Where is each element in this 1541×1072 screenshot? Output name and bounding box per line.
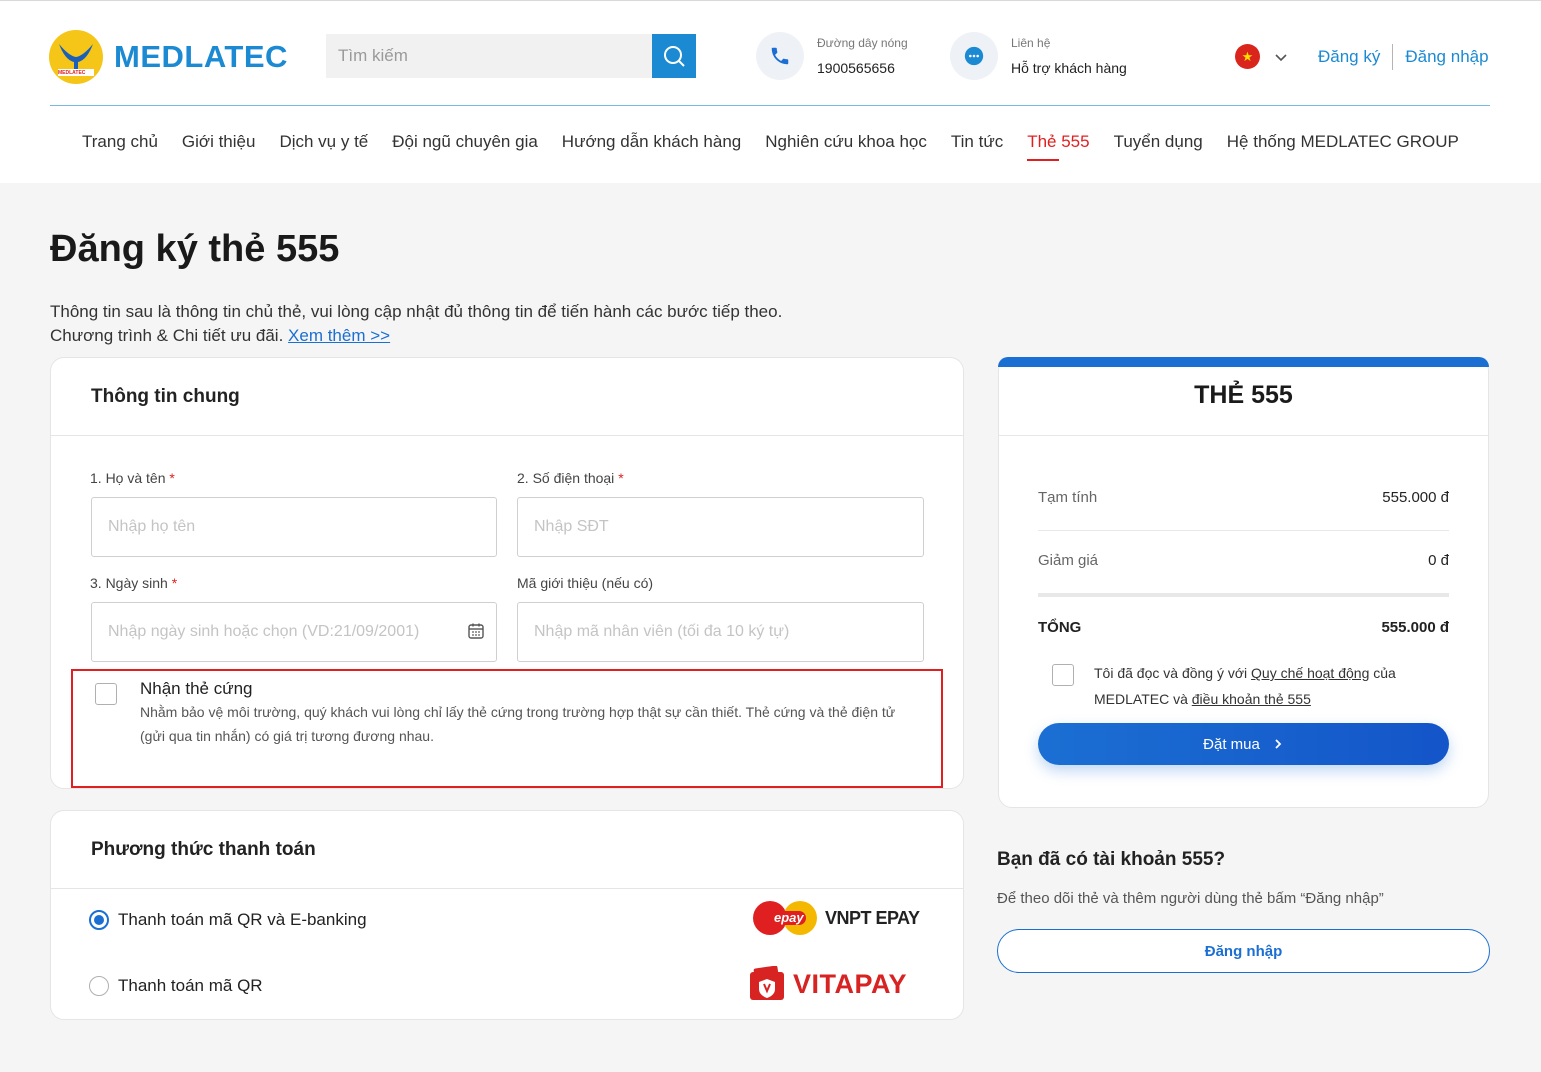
phone-field[interactable] — [517, 497, 924, 557]
discount-row: Giảm giá 0 đ — [1038, 552, 1449, 569]
phone-icon — [756, 32, 804, 80]
payment-option-qr[interactable]: Thanh toán mã QR — [89, 976, 263, 996]
auth-divider — [1392, 44, 1394, 70]
name-label: 1. Họ và tên * — [90, 470, 175, 486]
account-description: Để theo dõi thẻ và thêm người dùng thẻ b… — [997, 890, 1384, 907]
auth-links: Đăng ký Đăng nhập — [1318, 44, 1489, 70]
vnpt-epay-text: VNPT EPAY — [825, 907, 920, 928]
hard-card-checkbox[interactable] — [95, 683, 117, 705]
name-field[interactable] — [91, 497, 497, 557]
radio-unselected[interactable] — [89, 976, 109, 996]
login-link[interactable]: Đăng nhập — [1405, 47, 1488, 67]
summary-title: THẺ 555 — [1194, 381, 1293, 409]
support-label: Liên hệ — [1011, 36, 1051, 50]
nav-item-services[interactable]: Dịch vụ y tế — [279, 132, 368, 152]
order-button[interactable]: Đặt mua — [1038, 723, 1449, 765]
logo-text: MEDLATEC — [114, 39, 288, 74]
see-more-link[interactable]: Xem thêm >> — [288, 326, 390, 345]
vitapay-logo: VITAPAY — [749, 966, 907, 1002]
vitapay-text: VITAPAY — [793, 968, 908, 999]
referral-field[interactable] — [517, 602, 924, 662]
nav-item-news[interactable]: Tin tức — [951, 132, 1003, 152]
general-info-heading: Thông tin chung — [51, 358, 963, 436]
discount-value: 0 đ — [1428, 552, 1449, 569]
site-header: MEDLATEC MEDLATEC Đường dây nóng 1900565… — [0, 6, 1541, 183]
radio-selected[interactable] — [89, 910, 109, 930]
hotline-label: Đường dây nóng — [817, 36, 908, 50]
register-link[interactable]: Đăng ký — [1318, 47, 1380, 67]
intro-line-2: Chương trình & Chi tiết ưu đãi. — [50, 326, 284, 345]
chat-icon — [950, 32, 998, 80]
card-terms-link[interactable]: điều khoản thẻ 555 — [1192, 691, 1311, 707]
page-title: Đăng ký thẻ 555 — [50, 228, 340, 270]
order-button-label: Đặt mua — [1203, 735, 1260, 753]
hotline[interactable]: Đường dây nóng 1900565656 — [756, 32, 908, 80]
hotline-number: 1900565656 — [817, 60, 895, 76]
total-row: TỔNG 555.000 đ — [1038, 619, 1449, 636]
nav-item-group[interactable]: Hệ thống MEDLATEC GROUP — [1227, 132, 1459, 152]
language-selector[interactable]: ★ — [1235, 44, 1288, 69]
discount-label: Giảm giá — [1038, 552, 1099, 569]
total-divider — [1038, 593, 1449, 597]
nav-item-guide[interactable]: Hướng dẫn khách hàng — [562, 132, 741, 152]
support-text: Hỗ trợ khách hàng — [1011, 60, 1127, 76]
search-icon — [664, 46, 685, 67]
account-login-button[interactable]: Đăng nhập — [997, 929, 1490, 973]
nav-item-research[interactable]: Nghiên cứu khoa học — [765, 132, 927, 152]
agreement-text: Tôi đã đọc và đồng ý với Quy chế hoạt độ… — [1094, 660, 1454, 712]
logo-small-text: MEDLATEC — [58, 70, 86, 76]
total-value: 555.000 đ — [1381, 619, 1449, 636]
row-divider — [1038, 530, 1449, 531]
nav-item-home[interactable]: Trang chủ — [82, 132, 158, 152]
hard-card-title: Nhận thẻ cứng — [140, 679, 253, 698]
dob-label: 3. Ngày sinh * — [90, 575, 177, 591]
hard-card-description: Nhằm bảo vệ môi trường, quý khách vui lò… — [140, 704, 896, 744]
required-mark: * — [618, 470, 624, 486]
calendar-icon[interactable] — [467, 622, 485, 640]
search-button[interactable] — [652, 34, 696, 78]
phone-label-text: 2. Số điện thoại — [517, 470, 615, 486]
summary-divider — [999, 435, 1488, 436]
intro-text: Thông tin sau là thông tin chủ thẻ, vui … — [50, 300, 782, 348]
name-label-text: 1. Họ và tên — [90, 470, 166, 486]
nav-item-card-555[interactable]: Thẻ 555 — [1027, 132, 1090, 161]
vitapay-wallet-icon — [750, 966, 784, 1000]
referral-label: Mã giới thiệu (nếu có) — [517, 575, 654, 591]
total-label: TỔNG — [1038, 619, 1082, 636]
vnpt-epay-logo: epay VNPT EPAY — [752, 900, 920, 936]
subtotal-label: Tạm tính — [1038, 489, 1098, 506]
nav-item-about[interactable]: Giới thiệu — [182, 132, 256, 152]
payment-option-qr-ebanking[interactable]: Thanh toán mã QR và E-banking — [89, 910, 367, 930]
nav-item-experts[interactable]: Đội ngũ chuyên gia — [392, 132, 538, 152]
search-bar — [326, 34, 696, 78]
dob-field[interactable] — [91, 602, 497, 662]
payment-heading: Phương thức thanh toán — [51, 811, 963, 889]
epay-badge-text: epay — [774, 910, 804, 925]
header-divider — [50, 105, 1490, 106]
subtotal-value: 555.000 đ — [1382, 489, 1449, 506]
account-title: Bạn đã có tài khoản 555? — [997, 849, 1226, 870]
payment-option-label: Thanh toán mã QR và E-banking — [118, 910, 367, 929]
summary-accent-bar — [998, 357, 1489, 367]
dob-label-text: 3. Ngày sinh — [90, 575, 168, 591]
terms-link[interactable]: Quy chế hoạt động — [1251, 665, 1369, 681]
support-contact[interactable]: Liên hệ Hỗ trợ khách hàng — [950, 32, 1127, 80]
chevron-right-icon — [1275, 739, 1282, 749]
main-nav: Trang chủ Giới thiệu Dịch vụ y tế Đội ng… — [82, 132, 1459, 161]
agree-prefix: Tôi đã đọc và đồng ý với — [1094, 665, 1248, 681]
chevron-down-icon — [1275, 53, 1287, 61]
required-mark: * — [171, 575, 178, 591]
required-mark: * — [169, 470, 175, 486]
intro-line-1: Thông tin sau là thông tin chủ thẻ, vui … — [50, 302, 783, 321]
logo[interactable]: MEDLATEC MEDLATEC — [49, 30, 288, 84]
nav-item-careers[interactable]: Tuyển dụng — [1114, 132, 1203, 152]
search-input[interactable] — [326, 34, 652, 78]
logo-emblem-icon: MEDLATEC — [49, 30, 103, 84]
subtotal-row: Tạm tính 555.000 đ — [1038, 489, 1449, 506]
vietnam-flag-icon: ★ — [1235, 44, 1260, 69]
phone-label: 2. Số điện thoại * — [517, 470, 624, 486]
agree-checkbox[interactable] — [1052, 664, 1074, 686]
payment-option-label: Thanh toán mã QR — [118, 976, 263, 995]
